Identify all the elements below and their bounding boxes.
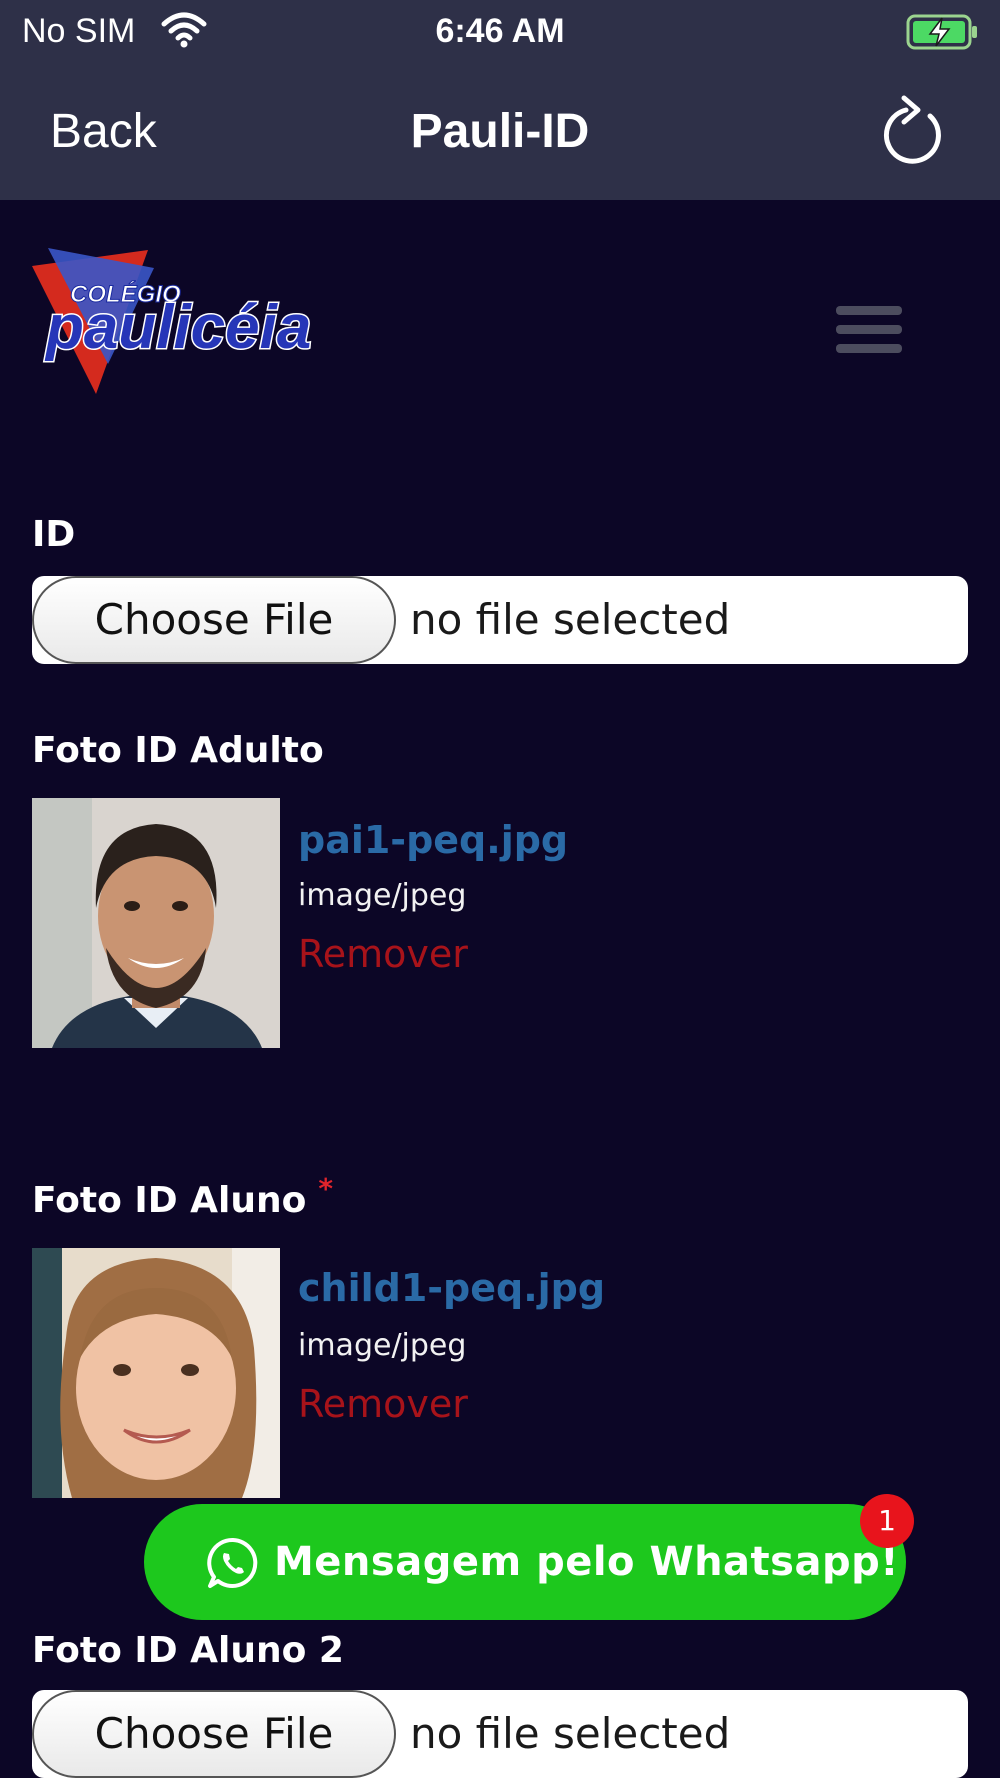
status-time: 6:46 AM [435, 12, 565, 50]
adult-photo-file-name: pai1-peq.jpg [298, 818, 569, 862]
id-file-input[interactable]: Choose File no file selected [32, 576, 968, 664]
adult-photo-label: Foto ID Adulto [32, 730, 324, 771]
whatsapp-message-button[interactable]: Mensagem pelo Whatsapp! [144, 1504, 906, 1620]
whatsapp-icon [207, 1537, 258, 1588]
student-photo-label-text: Foto ID Aluno [32, 1180, 307, 1221]
student-photo-2-choose-file-button[interactable]: Choose File [32, 1690, 396, 1778]
student-photo-2-file-input[interactable]: Choose File no file selected [32, 1690, 968, 1778]
id-choose-file-button[interactable]: Choose File [32, 576, 396, 664]
adult-photo-remove-link[interactable]: Remover [298, 932, 468, 976]
student-photo-2-label: Foto ID Aluno 2 [32, 1630, 344, 1671]
student-photo-file-name: child1-peq.jpg [298, 1266, 606, 1310]
hamburger-menu-icon[interactable] [836, 306, 902, 354]
student-photo-thumbnail [32, 1248, 280, 1498]
student-photo-2-file-status: no file selected [410, 1709, 731, 1758]
battery-charging-icon [906, 14, 977, 50]
refresh-icon[interactable] [880, 94, 950, 170]
id-file-status: no file selected [410, 595, 731, 644]
student-photo-remove-link[interactable]: Remover [298, 1382, 468, 1426]
colegio-pauliceia-logo: COLÉGIO paulicéia [32, 248, 313, 394]
id-label: ID [32, 514, 76, 555]
status-bar: No SIM 6:46 AM [0, 0, 1000, 64]
navigation-bar: Back Pauli-ID [0, 64, 1000, 200]
adult-photo-thumbnail [32, 798, 280, 1048]
page-title: Pauli-ID [410, 105, 590, 158]
required-mark: * [318, 1172, 333, 1205]
student-photo-label: Foto ID Aluno * [32, 1172, 333, 1221]
notification-badge: 1 [860, 1494, 914, 1548]
whatsapp-button-label: Mensagem pelo Whatsapp! [274, 1539, 899, 1585]
adult-photo-file-type: image/jpeg [298, 878, 467, 913]
student-photo-file-type: image/jpeg [298, 1328, 467, 1363]
logo-main-text: paulicéia [44, 293, 311, 362]
